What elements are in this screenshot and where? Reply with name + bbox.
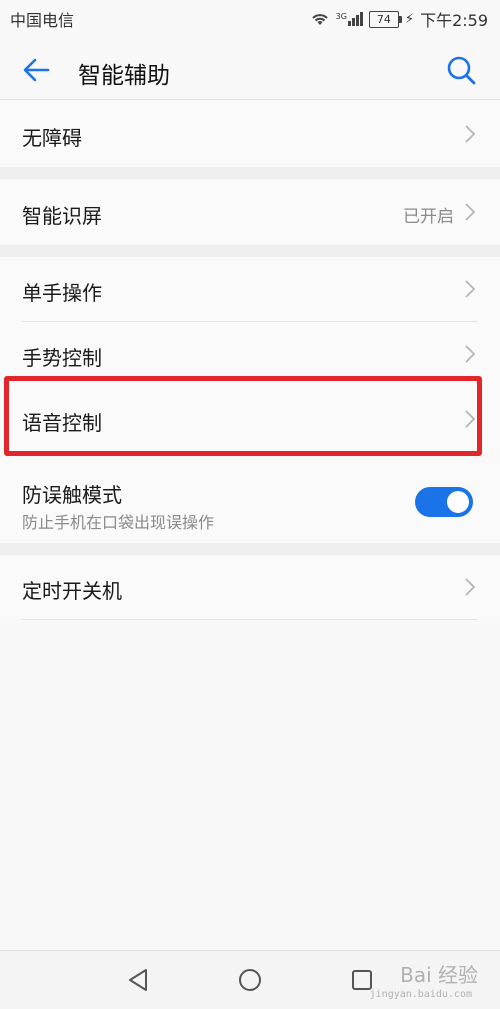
row-label: 手势控制 [22,346,102,370]
row-label: 无障碍 [22,126,82,150]
settings-row-voice[interactable]: 语音控制 [0,387,500,451]
screen: 中国电信 3G 74 ⚡ 下午2:59 智能辅助 无障碍 智能识屏 已开启 单手… [0,0,500,1009]
status-bar: 中国电信 3G 74 ⚡ 下午2:59 [0,0,500,38]
toggle-knob [447,491,469,513]
home-circle-icon[interactable] [236,966,264,994]
settings-row-smart-screen[interactable]: 智能识屏 已开启 [0,179,500,245]
row-label: 智能识屏 [22,204,102,228]
app-header: 智能辅助 [0,38,500,100]
settings-row-scheduled-power[interactable]: 定时开关机 [0,555,500,619]
search-icon[interactable] [444,53,478,87]
chevron-right-icon [465,345,476,363]
page-title: 智能辅助 [78,63,170,89]
chevron-right-icon [465,125,476,143]
carrier-label: 中国电信 [10,11,75,30]
chevron-right-icon [465,578,476,596]
section-gap [0,245,500,257]
arrow-left-icon[interactable] [20,54,52,86]
row-label: 语音控制 [22,411,102,435]
charging-icon: ⚡ [404,11,415,27]
chevron-right-icon [465,280,476,298]
section-gap [0,543,500,555]
clock: 下午2:59 [420,11,488,30]
network-type: 3G [335,12,347,21]
watermark-url: jingyan.baidu.com [369,989,472,1000]
row-label: 单手操作 [22,281,102,305]
settings-row-gesture[interactable]: 手势控制 [0,322,500,386]
wifi-icon [311,14,328,25]
row-label: 定时开关机 [22,579,122,603]
row-label: 防误触模式 [22,483,122,507]
row-divider [22,619,478,620]
pocket-mode-toggle[interactable] [415,487,473,517]
battery-icon: 74 [368,10,402,28]
section-gap [0,167,500,179]
status-icons: 3G 74 ⚡ 下午2:59 [310,7,488,31]
navigation-bar: Bai 经验 jingyan.baidu.com [0,950,500,1009]
settings-row-accessibility[interactable]: 无障碍 [0,101,500,167]
battery-level: 74 [376,12,391,26]
settings-row-pocket-mode[interactable]: 防误触模式 防止手机在口袋出现误操作 [0,461,500,543]
row-value: 已开启 [403,207,454,227]
row-description: 防止手机在口袋出现误操作 [22,513,215,532]
watermark-brand: Bai 经验 [400,963,478,987]
chevron-right-icon [465,410,476,428]
settings-row-one-hand[interactable]: 单手操作 [0,257,500,321]
signal-icon: 3G [336,12,363,26]
chevron-right-icon [465,203,476,221]
back-triangle-icon[interactable] [124,966,152,994]
